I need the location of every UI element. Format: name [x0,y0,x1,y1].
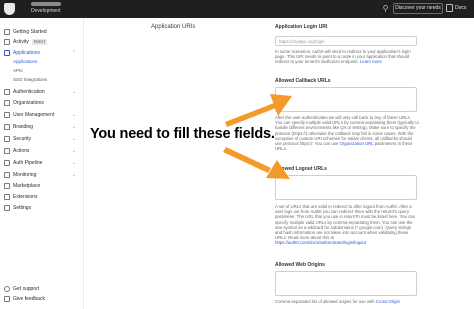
annotation-text: You need to fill these fields. [90,126,275,142]
annotation-arrows [223,94,292,179]
arrow-to-logout-icon [223,147,290,179]
arrow-to-callback-icon [225,94,292,127]
